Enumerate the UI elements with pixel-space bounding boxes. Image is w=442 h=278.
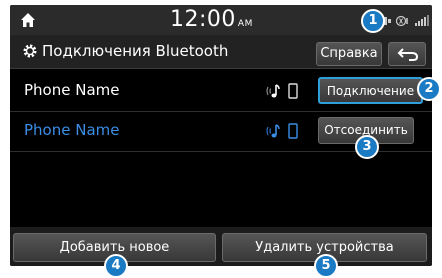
callout-4: 4 bbox=[104, 254, 128, 278]
device-name: Phone Name bbox=[24, 81, 120, 99]
callout-1: 1 bbox=[361, 9, 385, 33]
clock: 12:00 AM bbox=[170, 7, 253, 32]
bluetooth-audio-icon bbox=[266, 84, 280, 98]
help-button[interactable]: Справка bbox=[316, 42, 382, 66]
back-button[interactable] bbox=[388, 42, 426, 66]
home-icon[interactable] bbox=[20, 12, 36, 28]
back-arrow-icon bbox=[397, 48, 419, 61]
clock-ampm: AM bbox=[237, 19, 253, 29]
gear-icon bbox=[23, 44, 37, 58]
device-name: Phone Name bbox=[24, 121, 120, 139]
clock-time: 12:00 bbox=[170, 7, 236, 32]
callout-5: 5 bbox=[314, 254, 338, 278]
phone-icon bbox=[288, 123, 298, 139]
phone-icon bbox=[288, 83, 298, 99]
bluetooth-audio-icon bbox=[266, 124, 280, 138]
callout-2: 2 bbox=[417, 77, 441, 101]
signal-icon bbox=[415, 15, 429, 26]
page-title: Подключения Bluetooth bbox=[42, 42, 229, 60]
callout-3: 3 bbox=[355, 135, 379, 159]
device-row[interactable]: Phone Name Подключение bbox=[10, 71, 432, 112]
connect-button[interactable]: Подключение bbox=[318, 77, 423, 104]
bluetooth-audio-icon bbox=[396, 15, 408, 27]
